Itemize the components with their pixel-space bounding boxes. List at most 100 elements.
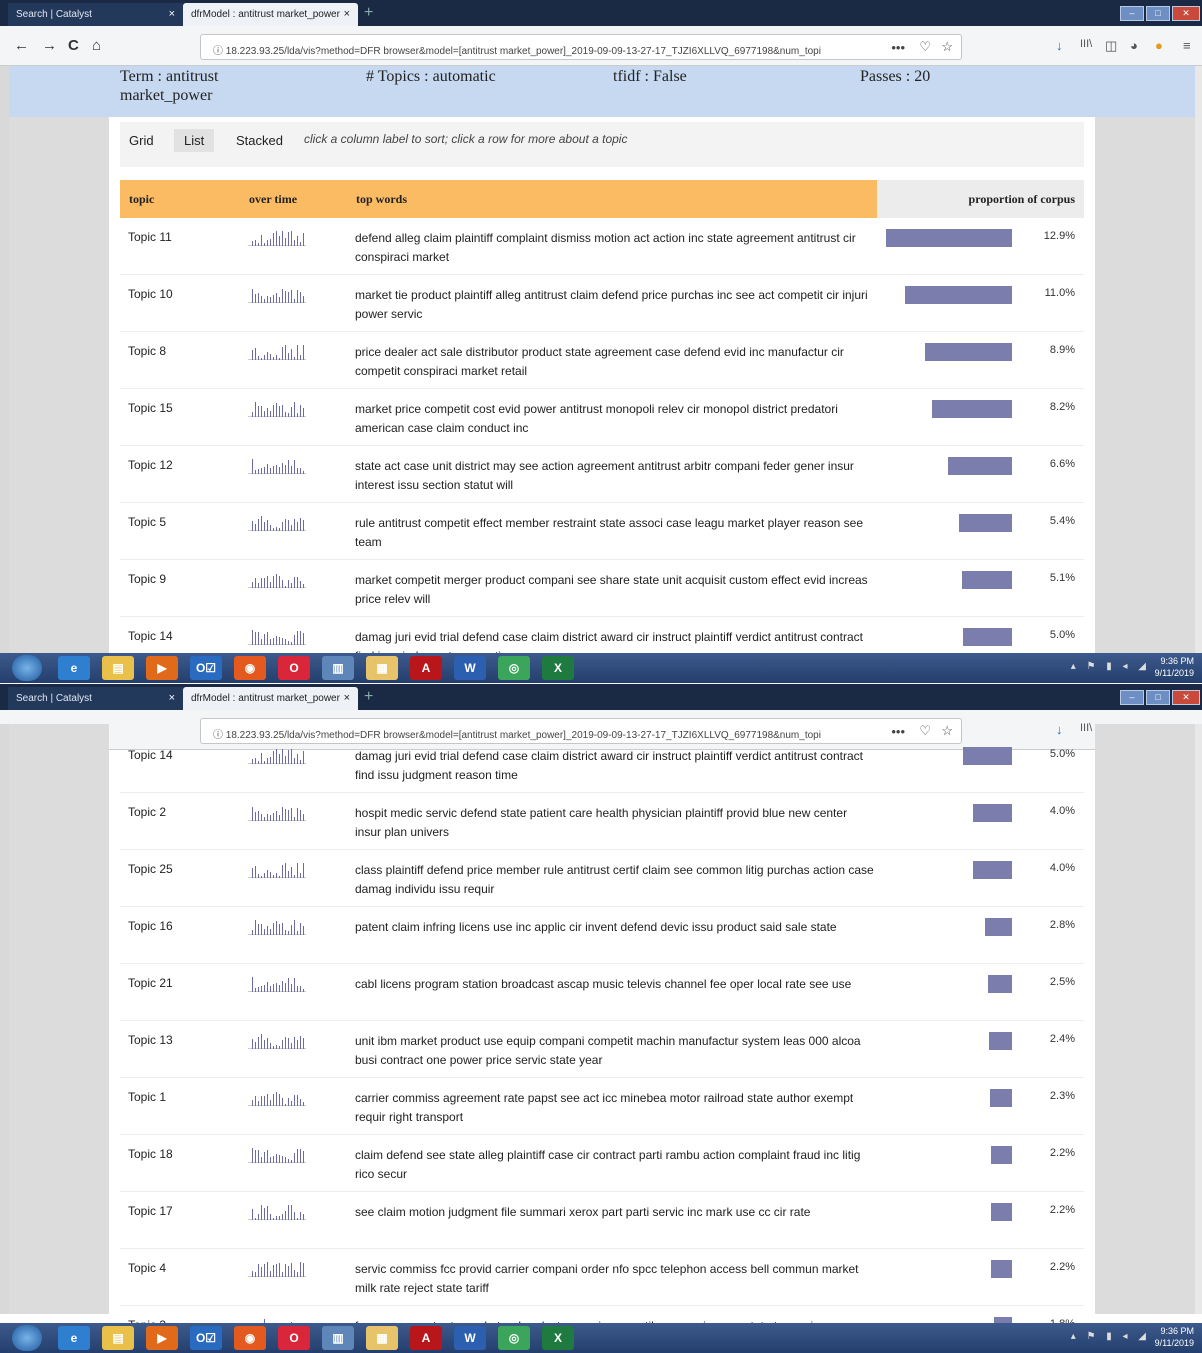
- minimize-button[interactable]: –: [1120, 690, 1144, 705]
- topic-row[interactable]: Topic 9 market competit merger product co…: [120, 560, 1084, 617]
- topic-row[interactable]: Topic 21 cabl licens program station broa…: [120, 964, 1084, 1021]
- reload-icon[interactable]: C: [68, 37, 79, 54]
- taskbar-folder-icon[interactable]: ▦: [366, 656, 398, 680]
- forward-icon[interactable]: →: [42, 37, 57, 54]
- topic-row[interactable]: Topic 12 state act case unit district may…: [120, 446, 1084, 503]
- topic-row[interactable]: Topic 10 market tie product plaintiff all…: [120, 275, 1084, 332]
- start-button[interactable]: [12, 655, 42, 681]
- tab-dfrmodel[interactable]: dfrModel : antitrust market_power ×: [183, 687, 358, 710]
- stacked-view-button[interactable]: Stacked: [236, 133, 283, 148]
- topic-row[interactable]: Topic 15 market price competit cost evid …: [120, 389, 1084, 446]
- taskbar-acrobat-icon[interactable]: A: [410, 656, 442, 680]
- taskbar-chrome-icon[interactable]: ◎: [498, 656, 530, 680]
- menu-icon[interactable]: ≡: [1183, 38, 1191, 53]
- topic-row[interactable]: Topic 17 see claim motion judgment file s…: [120, 1192, 1084, 1249]
- taskbar-media-icon[interactable]: ▶: [146, 656, 178, 680]
- close-window-button[interactable]: ✕: [1172, 690, 1200, 705]
- sparkline-bar: [267, 982, 268, 992]
- topic-name: Topic 1: [128, 1090, 167, 1104]
- taskbar-excel-icon[interactable]: X: [542, 656, 574, 680]
- sparkline-bar: [294, 357, 295, 360]
- topic-row[interactable]: Topic 18 claim defend see state alleg pla…: [120, 1135, 1084, 1192]
- tab-dfrmodel[interactable]: dfrModel : antitrust market_power ×: [183, 3, 358, 26]
- taskbar-opera-icon[interactable]: O: [278, 656, 310, 680]
- home-icon[interactable]: ⌂: [92, 37, 101, 54]
- topic-row[interactable]: Topic 16 patent claim infring licens use …: [120, 907, 1084, 964]
- tab-search-catalyst[interactable]: Search | Catalyst ×: [8, 687, 183, 710]
- download-icon[interactable]: ↓: [1056, 38, 1063, 53]
- tab-close-icon[interactable]: ×: [169, 8, 175, 20]
- taskbar-ie-icon[interactable]: e: [58, 656, 90, 680]
- close-window-button[interactable]: ✕: [1172, 6, 1200, 21]
- sparkline-bar: [276, 1045, 277, 1049]
- sidebar-icon[interactable]: ◫: [1105, 38, 1117, 54]
- topic-row[interactable]: Topic 14 damag juri evid trial defend cas…: [120, 736, 1084, 793]
- more-actions-icon[interactable]: •••: [891, 40, 905, 55]
- taskbar-files-icon[interactable]: ▥: [322, 1326, 354, 1350]
- sparkline-bar: [279, 467, 280, 474]
- bookmark-star-icon[interactable]: ☆: [941, 39, 953, 55]
- taskbar-ie-icon[interactable]: e: [58, 1326, 90, 1350]
- topic-row[interactable]: Topic 2 hospit medic servic defend state …: [120, 793, 1084, 850]
- download-icon[interactable]: ↓: [1056, 722, 1063, 737]
- list-view-button[interactable]: List: [174, 129, 215, 152]
- pocket-icon[interactable]: ♡: [919, 39, 931, 55]
- taskbar-firefox-icon[interactable]: ◉: [234, 1326, 266, 1350]
- sparkline-bar: [273, 875, 274, 878]
- tab-close-icon[interactable]: ×: [344, 692, 350, 704]
- tab-close-icon[interactable]: ×: [344, 8, 350, 20]
- sparkline-bar: [294, 519, 295, 531]
- taskbar-chrome-icon[interactable]: ◎: [498, 1326, 530, 1350]
- maximize-button[interactable]: □: [1146, 6, 1170, 21]
- new-tab-button[interactable]: +: [364, 4, 373, 22]
- info-icon[interactable]: ⓘ: [213, 46, 223, 57]
- over-time-sparkline: [248, 1202, 308, 1220]
- page-margin: [9, 117, 109, 653]
- column-topic[interactable]: topic: [129, 192, 154, 207]
- minimize-button[interactable]: –: [1120, 6, 1144, 21]
- url-bar[interactable]: ⓘ 18.223.93.25/lda/vis?method=DFR browse…: [200, 34, 962, 60]
- extension-icon[interactable]: ●: [1155, 38, 1163, 53]
- scrollbar[interactable]: [1195, 66, 1202, 653]
- library-icon[interactable]: III\: [1080, 722, 1092, 734]
- taskbar-outlook-icon[interactable]: O☑: [190, 1326, 222, 1350]
- taskbar-folder-icon[interactable]: ▦: [366, 1326, 398, 1350]
- topic-row[interactable]: Topic 11 defend alleg claim plaintiff com…: [120, 218, 1084, 275]
- taskbar-word-icon[interactable]: W: [454, 656, 486, 680]
- grid-view-button[interactable]: Grid: [129, 133, 154, 148]
- column-proportion[interactable]: proportion of corpus: [969, 192, 1075, 207]
- taskbar-opera-icon[interactable]: O: [278, 1326, 310, 1350]
- topic-row[interactable]: Topic 4 servic commiss fcc provid carrier…: [120, 1249, 1084, 1306]
- topic-row[interactable]: Topic 5 rule antitrust competit effect me…: [120, 503, 1084, 560]
- taskbar-excel-icon[interactable]: X: [542, 1326, 574, 1350]
- sparkline-bar: [291, 466, 292, 474]
- sparkline-bar: [252, 582, 253, 588]
- library-icon[interactable]: III\: [1080, 38, 1092, 50]
- topic-row[interactable]: Topic 13 unit ibm market product use equi…: [120, 1021, 1084, 1078]
- taskbar-word-icon[interactable]: W: [454, 1326, 486, 1350]
- taskbar-acrobat-icon[interactable]: A: [410, 1326, 442, 1350]
- topic-row[interactable]: Topic 25 class plaintiff defend price mem…: [120, 850, 1084, 907]
- tab-search-catalyst[interactable]: Search | Catalyst ×: [8, 3, 183, 26]
- taskbar-explorer-icon[interactable]: ▤: [102, 1326, 134, 1350]
- column-top-words[interactable]: top words: [356, 192, 407, 207]
- sparkline-bar: [261, 578, 262, 588]
- back-icon[interactable]: ←: [14, 37, 29, 54]
- taskbar-explorer-icon[interactable]: ▤: [102, 656, 134, 680]
- column-over-time[interactable]: over time: [249, 192, 297, 207]
- maximize-button[interactable]: □: [1146, 690, 1170, 705]
- sparkline-bar: [279, 236, 280, 246]
- topic-row[interactable]: Topic 1 carrier commiss agreement rate pa…: [120, 1078, 1084, 1135]
- taskbar-media-icon[interactable]: ▶: [146, 1326, 178, 1350]
- taskbar-firefox-icon[interactable]: ◉: [234, 656, 266, 680]
- sparkline-bar: [276, 527, 277, 531]
- sparkline-bar: [264, 467, 265, 474]
- tab-close-icon[interactable]: ×: [169, 692, 175, 704]
- scrollbar[interactable]: [1195, 724, 1202, 1314]
- taskbar-files-icon[interactable]: ▥: [322, 656, 354, 680]
- extension-icon[interactable]: ◕: [1130, 38, 1138, 53]
- start-button[interactable]: [12, 1325, 42, 1351]
- taskbar-outlook-icon[interactable]: O☑: [190, 656, 222, 680]
- topic-row[interactable]: Topic 8 price dealer act sale distributor…: [120, 332, 1084, 389]
- new-tab-button[interactable]: +: [364, 688, 373, 706]
